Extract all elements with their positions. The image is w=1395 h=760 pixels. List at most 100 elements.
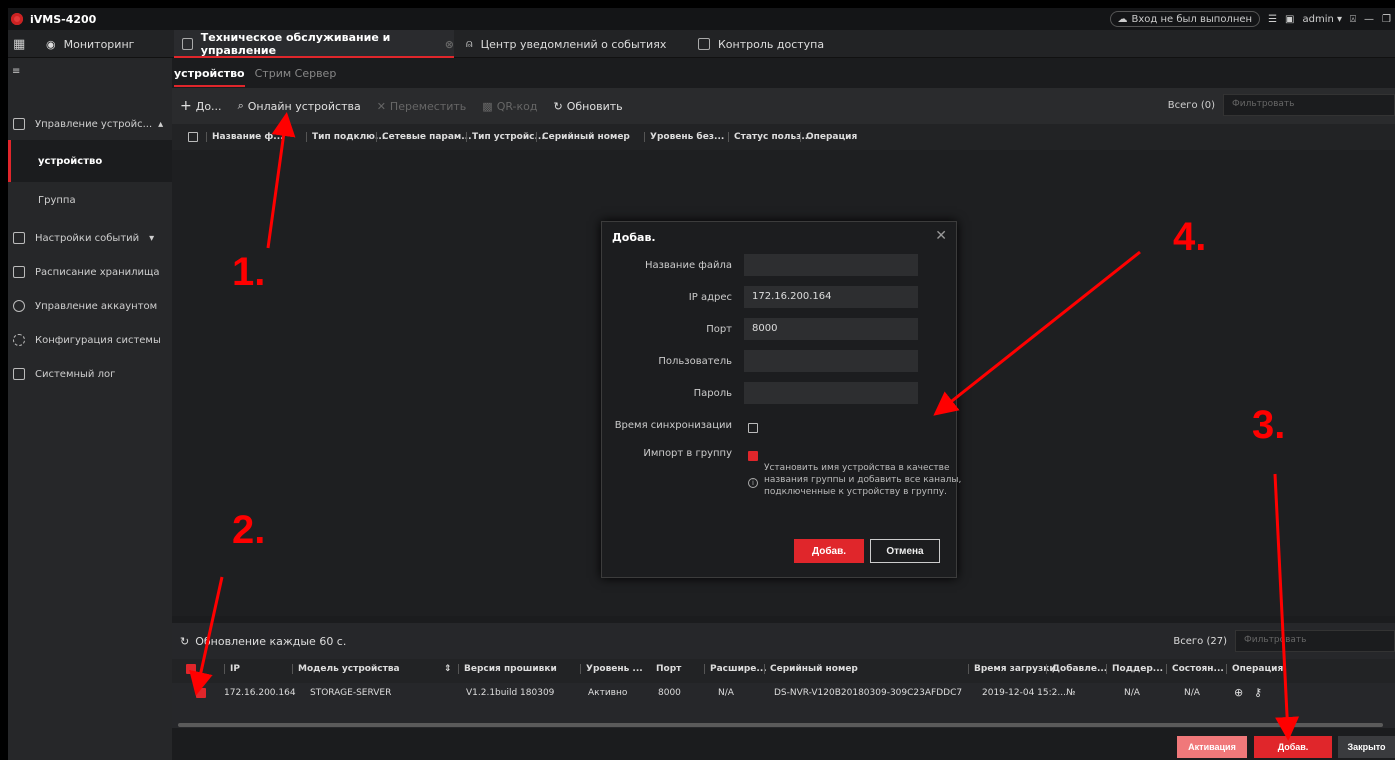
sidebar-item-group[interactable]: Группа (8, 186, 172, 214)
cell-level: Активно (588, 688, 628, 698)
device-filter-input[interactable]: Фильтровать (1223, 94, 1395, 116)
sidebar-item-label: Управление аккаунтом (35, 300, 158, 312)
device-total: Всего (0) (1167, 99, 1215, 111)
sidebar-item-device[interactable]: устройство (8, 140, 172, 182)
column-header[interactable]: Тип подклю... (306, 132, 385, 142)
ip-label: IP адрес (688, 292, 732, 303)
grid-menu-icon[interactable]: ▦ (13, 37, 25, 52)
ip-field[interactable]: 172.16.200.164 (744, 286, 918, 308)
table-row[interactable]: 172.16.200.164 STORAGE-SERVER V1.2.1buil… (172, 683, 1395, 705)
list-icon[interactable]: ☰ (1268, 14, 1277, 25)
import-note: Установить имя устройства в качестве наз… (764, 463, 962, 497)
column-header[interactable]: Порт (656, 664, 681, 674)
sort-icon[interactable]: ⇕ (444, 664, 452, 674)
cell-port: 8000 (658, 688, 681, 698)
column-header[interactable]: Уровень ... (580, 664, 648, 674)
close-tab-icon[interactable]: ⊗ (445, 38, 454, 51)
log-icon (13, 368, 25, 380)
sidebar-item-system-log[interactable]: Системный лог (8, 360, 172, 388)
close-icon[interactable]: ✕ (935, 228, 947, 244)
info-icon: i (748, 478, 758, 488)
sidebar-item-account[interactable]: Управление аккаунтом (8, 292, 172, 320)
key-icon[interactable]: ⚷ (1254, 686, 1262, 699)
alarm-icon: ⍝ (466, 37, 473, 50)
sidebar-item-device-management[interactable]: Управление устройс... ▴ (8, 110, 172, 138)
close-button[interactable]: Закрыто (1338, 736, 1395, 758)
add-device-dialog: Добав. ✕ Название файла IP адрес 172.16.… (601, 221, 961, 578)
sidebar-item-label: Системный лог (35, 368, 116, 380)
web-icon[interactable]: ⊕ (1234, 686, 1243, 699)
tab-events[interactable]: ⍝ Центр уведомлений о событиях (466, 30, 666, 58)
column-header[interactable]: Операция (1226, 664, 1288, 674)
monitoring-icon: ◉ (46, 37, 56, 51)
annotation-label-3: 3. (1252, 403, 1286, 447)
subtab-stream-server[interactable]: Стрим Сервер (255, 63, 337, 84)
toolbar-right: Всего (0) Фильтровать (1168, 94, 1395, 116)
dialog-add-button[interactable]: Добав. (794, 539, 864, 563)
cell-firmware: V1.2.1build 180309 (466, 688, 555, 698)
checkbox (748, 423, 758, 433)
dialog-cancel-button[interactable]: Отмена (870, 539, 940, 563)
column-header[interactable]: IP (224, 664, 245, 674)
minimize-icon[interactable]: — (1364, 14, 1374, 25)
user-field[interactable] (744, 350, 918, 372)
user-name: admin (1302, 13, 1334, 25)
select-all-online-checkbox[interactable] (186, 664, 196, 675)
subtab-device[interactable]: устройство (174, 63, 245, 87)
row-checkbox[interactable] (196, 688, 206, 699)
column-header[interactable]: Расшире... (704, 664, 772, 674)
move-button[interactable]: ✕ Переместить (377, 100, 467, 113)
lock-icon[interactable]: ⍓ (1350, 14, 1356, 25)
add-label: До... (195, 99, 222, 113)
login-status-button[interactable]: ☁ Вход не был выполнен (1109, 11, 1261, 27)
column-header[interactable]: Название ф... (206, 132, 306, 142)
column-header[interactable]: Состоян... (1166, 664, 1229, 674)
select-all-checkbox[interactable] (172, 131, 206, 143)
checkbox (188, 131, 198, 142)
refresh-button[interactable]: ↻ Обновить (554, 100, 623, 113)
online-devices-button[interactable]: ⌕ Онлайн устройства (238, 99, 361, 113)
annotation-label-2: 2. (232, 508, 266, 552)
qr-code-button[interactable]: ▩ QR-код (482, 100, 537, 113)
column-header[interactable]: Тип устройс... (466, 132, 545, 142)
tab-label: Центр уведомлений о событиях (480, 37, 667, 51)
sidebar-item-system-config[interactable]: Конфигурация системы (8, 326, 172, 354)
online-filter-input[interactable]: Фильтровать (1235, 630, 1395, 652)
column-header[interactable]: Статус польз... (728, 132, 812, 142)
activate-button[interactable]: Активация (1177, 736, 1247, 758)
maximize-icon[interactable]: ❐ (1382, 14, 1391, 25)
sidebar-item-event-settings[interactable]: Настройки событий ▾ (8, 224, 172, 252)
tab-maintenance[interactable]: Техническое обслуживание и управление ⊗ (174, 30, 454, 58)
cell-extension: N/A (718, 688, 734, 698)
column-header[interactable]: Сетевые парам... (376, 132, 472, 142)
column-header[interactable]: Добавле... (1046, 664, 1112, 674)
cell-boot-time: 2019-12-04 15:2... (982, 688, 1066, 698)
sync-checkbox[interactable] (748, 421, 758, 434)
column-header[interactable]: Серийный номер (764, 664, 863, 674)
tab-monitoring[interactable]: ◉ Мониторинг (38, 30, 142, 58)
column-header[interactable]: Поддер... (1106, 664, 1168, 674)
column-header[interactable]: Версия прошивки (458, 664, 562, 674)
cell-state: N/A (1184, 688, 1200, 698)
column-header[interactable]: Операция (800, 132, 860, 142)
column-header[interactable]: Модель устройства (292, 664, 405, 674)
image-icon[interactable]: ▣ (1285, 14, 1294, 25)
hamburger-icon: ≡ (12, 65, 21, 77)
column-header[interactable]: Серийный номер (536, 132, 644, 142)
sidebar-collapse[interactable]: ≡ (8, 60, 172, 82)
user-menu[interactable]: admin ▾ (1302, 14, 1342, 25)
import-checkbox[interactable] (748, 449, 758, 462)
refresh-icon[interactable]: ↻ (180, 635, 189, 648)
tab-access-control[interactable]: Контроль доступа (698, 30, 824, 58)
sidebar-item-storage-schedule[interactable]: Расписание хранилища (8, 258, 172, 286)
add-button[interactable]: Добав. (1254, 736, 1332, 758)
port-field[interactable]: 8000 (744, 318, 918, 340)
password-label: Пароль (693, 388, 732, 399)
dialog-title: Добав. (612, 231, 656, 244)
name-field[interactable] (744, 254, 918, 276)
add-device-button[interactable]: + До... (180, 98, 222, 114)
column-header[interactable]: Уровень без... (644, 132, 728, 142)
horizontal-scrollbar[interactable] (178, 723, 1383, 727)
qr-label: QR-код (496, 99, 538, 113)
password-field[interactable] (744, 382, 918, 404)
